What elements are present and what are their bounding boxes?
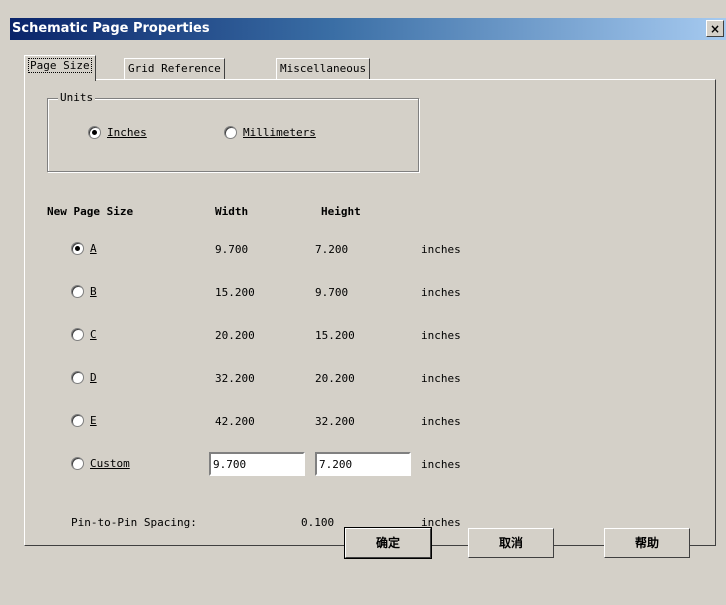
size-c-unit: inches	[421, 329, 461, 342]
cancel-button[interactable]: 取消	[468, 528, 554, 558]
size-custom-radio[interactable]	[71, 456, 84, 470]
size-e-radio[interactable]	[71, 413, 84, 427]
dialog-window: Schematic Page Properties × Page Size Gr…	[0, 0, 726, 605]
size-b-option[interactable]: B	[71, 284, 97, 298]
tab-miscellaneous[interactable]: Miscellaneous	[276, 58, 371, 79]
size-a-width: 9.700	[215, 243, 249, 256]
size-column-header: New Page Size	[47, 205, 134, 218]
size-d-unit: inches	[421, 372, 461, 385]
size-custom-unit: inches	[421, 458, 461, 471]
size-custom-option[interactable]: Custom	[71, 456, 130, 470]
size-d-radio[interactable]	[71, 370, 84, 384]
size-c-width: 20.200	[215, 329, 255, 342]
close-icon: ×	[709, 22, 721, 36]
title-bar[interactable]: Schematic Page Properties ×	[10, 18, 726, 40]
size-c-option[interactable]: C	[71, 327, 97, 341]
size-d-option[interactable]: D	[71, 370, 97, 384]
size-b-width: 15.200	[215, 286, 255, 299]
custom-width-input[interactable]: 9.700	[209, 452, 305, 476]
ok-button[interactable]: 确定	[344, 527, 432, 559]
size-e-width: 42.200	[215, 415, 255, 428]
size-a-option[interactable]: A	[71, 241, 97, 255]
page-size-panel: Units Inches Millimeters New Page Size W…	[24, 79, 716, 546]
size-b-height: 9.700	[315, 286, 349, 299]
width-column-header: Width	[215, 205, 249, 218]
size-b-unit: inches	[421, 286, 461, 299]
size-e-height: 32.200	[315, 415, 355, 428]
size-e-unit: inches	[421, 415, 461, 428]
units-inches-option[interactable]: Inches	[88, 125, 147, 139]
height-column-header: Height	[321, 205, 361, 218]
pin-spacing-label: Pin-to-Pin Spacing:	[71, 516, 197, 529]
size-a-radio[interactable]	[71, 241, 84, 255]
millimeters-radio[interactable]	[224, 125, 237, 139]
help-button[interactable]: 帮助	[604, 528, 690, 558]
size-a-height: 7.200	[315, 243, 349, 256]
dialog-body: Page Size Grid Reference Miscellaneous U…	[10, 40, 726, 605]
units-legend: Units	[58, 91, 96, 104]
size-e-option[interactable]: E	[71, 413, 97, 427]
size-c-radio[interactable]	[71, 327, 84, 341]
size-b-radio[interactable]	[71, 284, 84, 298]
pin-spacing-value: 0.100	[301, 516, 335, 529]
tab-grid-reference[interactable]: Grid Reference	[124, 58, 225, 79]
custom-height-input[interactable]: 7.200	[315, 452, 411, 476]
size-a-unit: inches	[421, 243, 461, 256]
inches-radio[interactable]	[88, 125, 101, 139]
size-c-height: 15.200	[315, 329, 355, 342]
window-title: Schematic Page Properties	[12, 21, 210, 36]
units-millimeters-option[interactable]: Millimeters	[224, 125, 316, 139]
close-button[interactable]: ×	[706, 20, 724, 37]
units-groupbox: Units Inches Millimeters	[47, 91, 419, 172]
size-d-height: 20.200	[315, 372, 355, 385]
tab-page-size[interactable]: Page Size	[24, 55, 96, 81]
size-d-width: 32.200	[215, 372, 255, 385]
